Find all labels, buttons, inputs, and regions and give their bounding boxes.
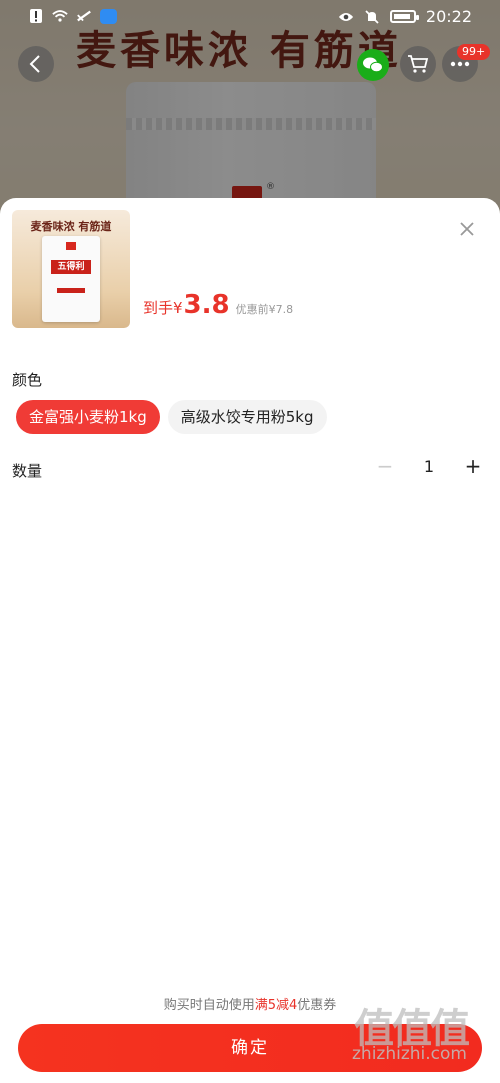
coupon-suffix: 优惠券 [297, 998, 337, 1013]
color-section-title: 颜色 [12, 371, 43, 389]
alert-icon [28, 8, 44, 24]
option-jinfuqiang-1kg[interactable]: 金富强小麦粉1kg [16, 400, 160, 434]
wechat-share-button[interactable] [357, 49, 389, 81]
cart-count-badge: 99+ [457, 44, 491, 60]
back-button[interactable] [18, 46, 54, 82]
price-prefix: 到手¥ [143, 299, 183, 317]
increment-button[interactable]: + [464, 456, 482, 476]
thumbnail-bag: 五得利 [42, 236, 100, 322]
cart-button[interactable] [400, 46, 436, 82]
battery-icon [389, 10, 419, 23]
quantity-value[interactable]: 1 [394, 457, 464, 476]
decrement-button[interactable]: − [376, 456, 394, 476]
app-icon [100, 8, 117, 24]
status-bar: 20:22 [0, 0, 500, 34]
quantity-stepper: − 1 + [376, 456, 482, 476]
coupon-amount: 满5减4 [254, 998, 298, 1013]
chevron-left-icon [29, 55, 40, 73]
option-dumpling-flour-5kg[interactable]: 高级水饺专用粉5kg [167, 400, 327, 434]
eye-icon [338, 9, 354, 25]
thumbnail-brand: 五得利 [51, 260, 91, 274]
coupon-note: 购买时自动使用满5减4优惠券 [0, 994, 500, 1013]
product-thumbnail[interactable]: 麦香味浓 有筋道 五得利 [12, 210, 130, 328]
mute-bell-icon [364, 9, 380, 25]
final-price: 3.8 [183, 290, 230, 320]
close-icon [460, 222, 474, 236]
confirm-button[interactable]: 确定 [18, 1024, 482, 1072]
more-dots-icon [450, 61, 470, 67]
signal-icon [76, 8, 92, 24]
wechat-icon [363, 57, 383, 73]
cart-icon [408, 55, 429, 73]
thumbnail-logo [66, 242, 76, 250]
sku-selector-sheet: 麦香味浓 有筋道 五得利 到手¥ 3.8 优惠前¥7.8 颜色 金富强小麦粉1k… [0, 198, 500, 1083]
color-options: 金富强小麦粉1kg 高级水饺专用粉5kg [16, 400, 327, 434]
coupon-prefix: 购买时自动使用 [163, 998, 255, 1013]
clock: 20:22 [425, 7, 472, 26]
quantity-section-title: 数量 [12, 462, 43, 480]
original-price: 优惠前¥7.8 [235, 303, 294, 316]
thumbnail-tag [57, 288, 85, 293]
wifi-icon [52, 8, 68, 24]
price-row: 到手¥ 3.8 优惠前¥7.8 [143, 290, 293, 320]
thumbnail-caption: 麦香味浓 有筋道 [30, 220, 112, 233]
close-button[interactable] [456, 218, 478, 240]
